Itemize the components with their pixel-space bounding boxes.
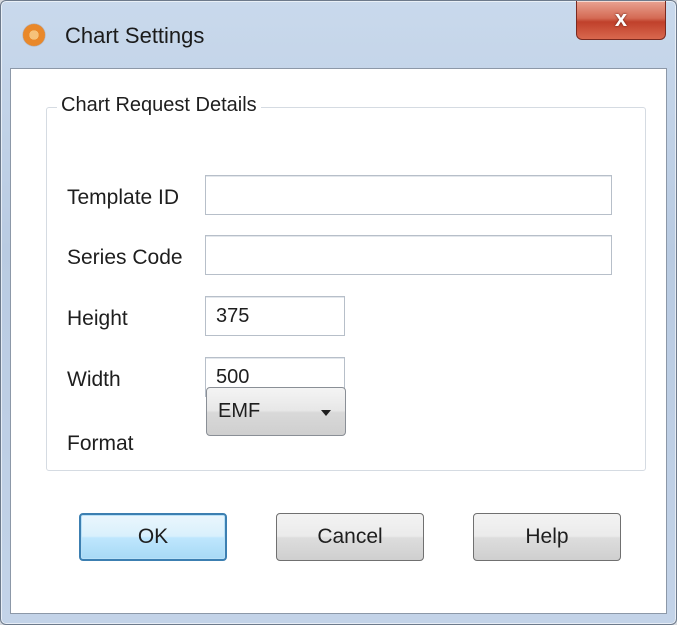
template-id-input[interactable]	[205, 175, 612, 215]
series-code-label: Series Code	[67, 246, 183, 269]
height-input[interactable]: 375	[205, 296, 345, 336]
format-selected-value: EMF	[218, 400, 261, 422]
title-bar[interactable]: Chart Settings x	[1, 1, 676, 69]
cancel-button[interactable]: Cancel	[276, 513, 424, 561]
series-code-input[interactable]	[205, 235, 612, 275]
close-icon: x	[614, 6, 628, 31]
window-title: Chart Settings	[65, 23, 205, 48]
app-icon	[23, 24, 45, 46]
format-label: Format	[67, 432, 134, 455]
chevron-down-icon	[321, 410, 331, 416]
dialog-body: Chart Request Details Template ID Series…	[10, 68, 667, 614]
ok-button[interactable]: OK	[79, 513, 227, 561]
height-label: Height	[67, 307, 128, 330]
help-button[interactable]: Help	[473, 513, 621, 561]
close-button[interactable]: x	[576, 1, 666, 40]
width-label: Width	[67, 368, 121, 391]
group-title: Chart Request Details	[57, 94, 261, 117]
chart-request-details-group: Chart Request Details Template ID Series…	[46, 94, 646, 471]
template-id-label: Template ID	[67, 186, 180, 209]
chart-settings-dialog: Chart Settings x Chart Request Details T…	[0, 0, 677, 625]
format-dropdown[interactable]: EMF	[206, 387, 346, 436]
